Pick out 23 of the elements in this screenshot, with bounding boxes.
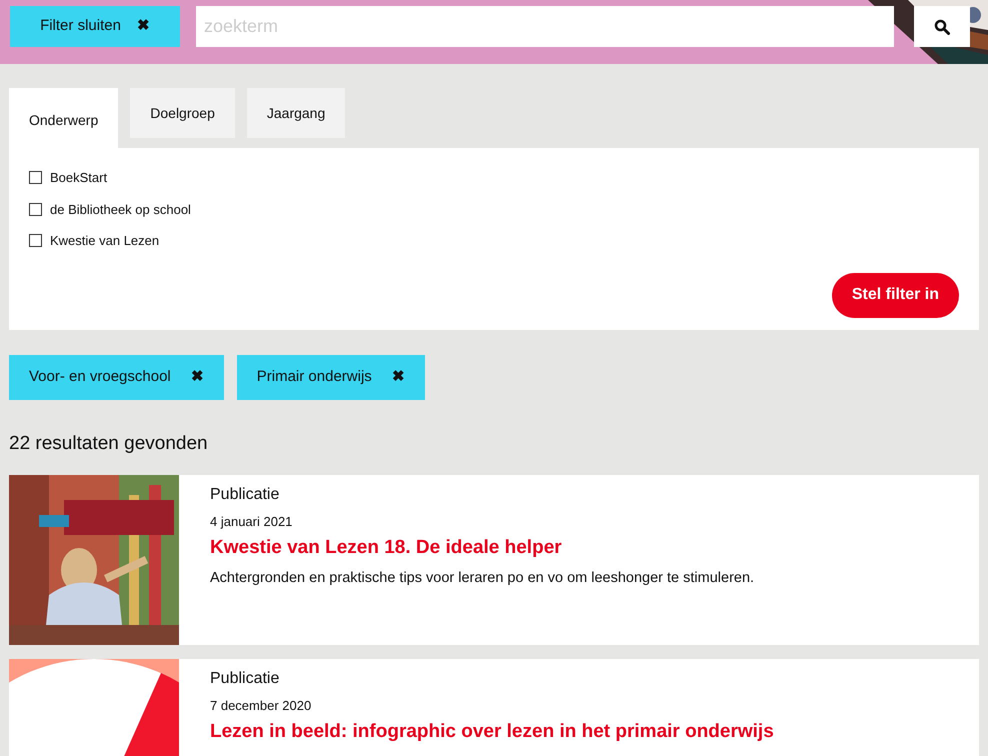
apply-filter-button[interactable]: Stel filter in: [832, 272, 959, 318]
result-count: 22 resultaten gevonden: [9, 432, 209, 456]
checkbox-label: Kwestie van Lezen: [50, 232, 160, 250]
active-filter-tag[interactable]: Primair onderwijs ✖: [236, 355, 425, 400]
checkbox-label: BoekStart: [50, 169, 108, 187]
filter-tab[interactable]: Onderwerp: [9, 88, 118, 148]
result-date: 4 januari 2021: [210, 512, 294, 531]
result-type: Publicatie: [210, 668, 280, 688]
checkbox[interactable]: [29, 171, 42, 184]
search-icon: [934, 18, 950, 34]
result-title-link[interactable]: Lezen in beeld: infographic over lezen in het primair onderwijs: [210, 718, 774, 746]
filter-tab[interactable]: Doelgroep: [130, 88, 235, 138]
result-summary: Achtergronden en praktische tips voor leraren po en vo om leeshonger te stimuleren.: [210, 568, 754, 588]
checkbox-label: de Bibliotheek op school: [50, 200, 191, 219]
result-date: 7 december 2020: [210, 696, 312, 714]
filter-tab[interactable]: Jaargang: [246, 88, 346, 138]
close-filter-button[interactable]: Filter sluiten ✖: [10, 6, 180, 47]
search-button[interactable]: [914, 6, 970, 47]
checkbox[interactable]: [29, 202, 42, 216]
active-filter-tag[interactable]: Voor- en vroegschool ✖: [9, 355, 224, 400]
result-title-link[interactable]: Kwestie van Lezen 18. De ideale helper: [210, 534, 754, 562]
result-type: Publicatie: [210, 484, 280, 504]
checkbox[interactable]: [29, 234, 42, 248]
